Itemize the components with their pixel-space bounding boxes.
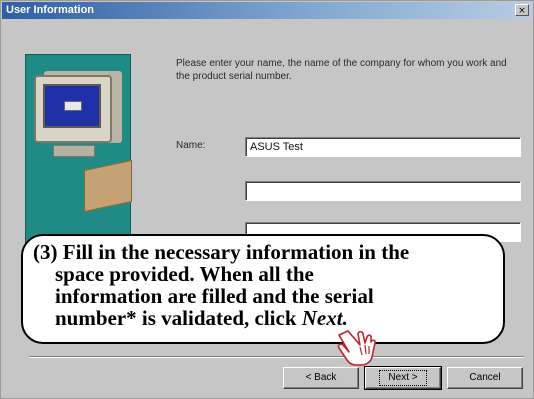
callout-text: (3) Fill in the necessary information in… — [33, 241, 503, 329]
callout-line-4: number* is validated, click Next. — [33, 307, 503, 329]
monitor-screen — [43, 84, 101, 128]
back-button[interactable]: < Back — [283, 367, 359, 389]
cancel-button[interactable]: Cancel — [447, 367, 523, 389]
close-button[interactable]: × — [515, 4, 529, 16]
button-separator — [29, 356, 524, 358]
callout-line-2: space provided. When all the — [55, 262, 314, 286]
software-box-icon — [84, 159, 132, 213]
name-label: Name: — [176, 140, 206, 151]
next-button[interactable]: Next > — [364, 366, 442, 390]
next-button-label: Next > — [379, 370, 427, 386]
window-title: User Information — [6, 4, 95, 16]
instruction-callout: (3) Fill in the necessary information in… — [21, 234, 505, 344]
callout-line-4-text: number* is validated, click — [55, 306, 302, 330]
instructions-text: Please enter your name, the name of the … — [176, 58, 507, 82]
hand-pointer-icon — [337, 330, 376, 366]
company-field[interactable] — [245, 181, 521, 201]
name-field[interactable]: ASUS Test — [245, 137, 521, 157]
title-bar: User Information × — [2, 2, 532, 19]
screen-window-icon — [64, 101, 82, 111]
computer-monitor-icon — [34, 75, 112, 143]
callout-line-3: information are filled and the serial — [55, 284, 374, 308]
callout-line-1: (3) Fill in the necessary information in… — [33, 240, 410, 264]
monitor-base — [53, 145, 95, 157]
